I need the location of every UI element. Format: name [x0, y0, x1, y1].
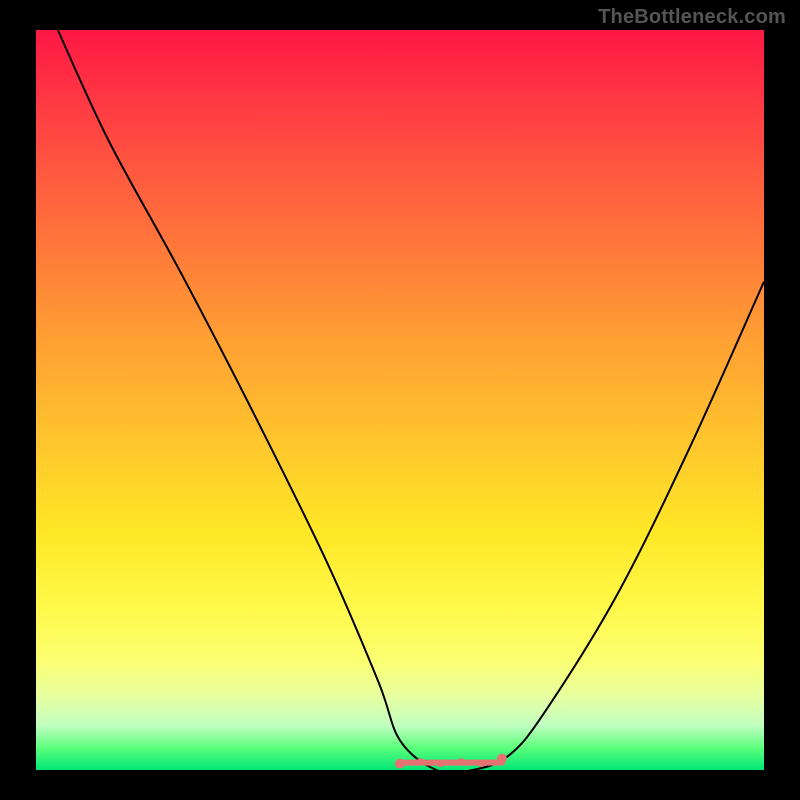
bottleneck-curve [36, 30, 764, 770]
curve-line [58, 30, 764, 770]
watermark-text: TheBottleneck.com [598, 6, 786, 29]
chart-frame: TheBottleneck.com [0, 0, 800, 800]
plot-area [36, 30, 764, 770]
